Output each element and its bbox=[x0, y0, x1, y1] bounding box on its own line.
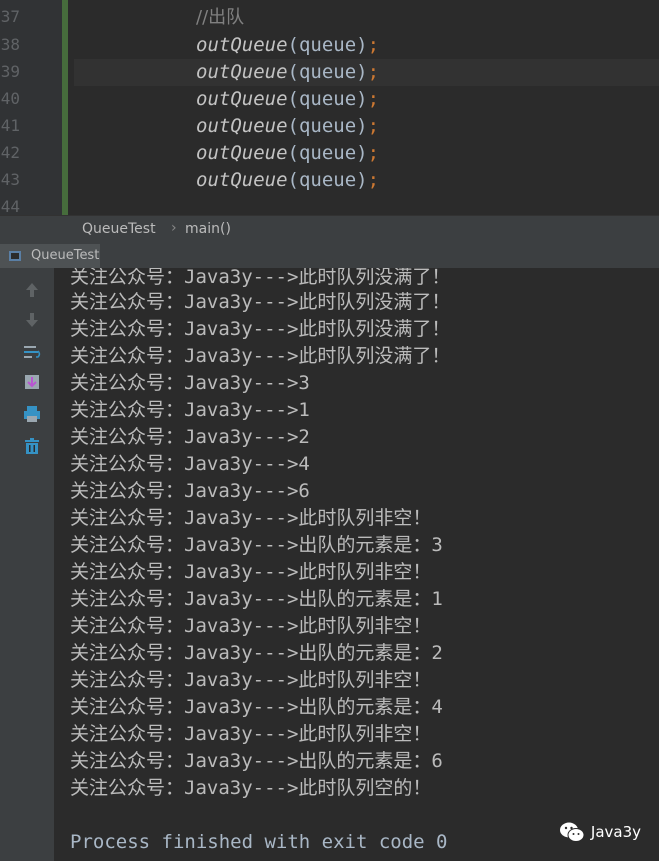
call-function: outQueue bbox=[196, 115, 288, 137]
call-function: outQueue bbox=[196, 142, 288, 164]
print-icon[interactable] bbox=[22, 404, 42, 424]
console-line: 关注公众号：Java3y--->此时队列没满了！ bbox=[70, 291, 451, 313]
breadcrumb-class[interactable]: QueueTest bbox=[82, 221, 156, 237]
call-args: (queue) bbox=[287, 169, 368, 191]
call-semicolon: ; bbox=[367, 169, 380, 191]
call-semicolon: ; bbox=[367, 61, 380, 83]
console-line: 关注公众号：Java3y--->1 bbox=[70, 399, 310, 421]
process-exit-message: Process finished with exit code 0 bbox=[70, 831, 448, 853]
line-number: 39 bbox=[0, 62, 20, 81]
console-line: 关注公众号：Java3y--->此时队列非空！ bbox=[70, 507, 432, 529]
call-semicolon: ; bbox=[367, 34, 380, 56]
code-call-line: outQueue(queue); bbox=[196, 86, 379, 113]
watermark: Java3y bbox=[559, 821, 641, 843]
call-args: (queue) bbox=[287, 88, 368, 110]
console-line: 关注公众号：Java3y--->此时队列非空！ bbox=[70, 723, 432, 745]
code-call-line: outQueue(queue); bbox=[196, 32, 379, 59]
chevron-right-icon: › bbox=[171, 220, 177, 236]
call-function: outQueue bbox=[196, 34, 288, 56]
trash-icon[interactable] bbox=[22, 436, 42, 456]
scroll-to-end-icon[interactable] bbox=[22, 372, 42, 392]
code-comment-line: //出队 bbox=[196, 4, 244, 31]
console-line: 关注公众号：Java3y--->3 bbox=[70, 372, 310, 394]
run-config-icon bbox=[9, 251, 21, 261]
code-editor[interactable]: 37 38 39 40 41 42 43 44 //出队 outQueue(qu… bbox=[0, 0, 659, 215]
console-output[interactable]: 关注公众号：Java3y--->此时队列没满了！ 关注公众号：Java3y---… bbox=[54, 268, 659, 861]
tab-queuetest[interactable]: QueueTest bbox=[0, 244, 100, 268]
call-function: outQueue bbox=[196, 88, 288, 110]
console-line: 关注公众号：Java3y--->此时队列非空！ bbox=[70, 669, 432, 691]
left-tool-strip bbox=[0, 268, 10, 861]
code-call-line: outQueue(queue); bbox=[196, 140, 379, 167]
call-args: (queue) bbox=[287, 61, 368, 83]
line-number: 41 bbox=[0, 116, 20, 135]
run-toolbar bbox=[10, 268, 54, 861]
line-number: 44 bbox=[0, 197, 20, 215]
breadcrumb-method[interactable]: main() bbox=[185, 221, 231, 237]
code-call-line: outQueue(queue); bbox=[196, 167, 379, 194]
console-line: 关注公众号：Java3y--->出队的元素是：6 bbox=[70, 750, 443, 772]
console-line: 关注公众号：Java3y--->2 bbox=[70, 426, 310, 448]
console-line: 关注公众号：Java3y--->此时队列非空！ bbox=[70, 561, 432, 583]
console-line: 关注公众号：Java3y--->此时队列非空！ bbox=[70, 615, 432, 637]
call-args: (queue) bbox=[287, 115, 368, 137]
code-comment: //出队 bbox=[196, 7, 245, 28]
console-line: 关注公众号：Java3y--->出队的元素是：1 bbox=[70, 588, 443, 610]
console-line: 关注公众号：Java3y--->此时队列空的！ bbox=[70, 777, 432, 799]
call-semicolon: ; bbox=[367, 115, 380, 137]
line-number: 37 bbox=[0, 7, 20, 26]
change-marker bbox=[62, 0, 68, 215]
console-line: 关注公众号：Java3y--->6 bbox=[70, 480, 310, 502]
down-arrow-icon[interactable] bbox=[22, 310, 42, 330]
tab-label: QueueTest bbox=[31, 248, 100, 263]
wechat-icon bbox=[559, 822, 585, 842]
call-function: outQueue bbox=[196, 169, 288, 191]
call-args: (queue) bbox=[287, 142, 368, 164]
console-line: 关注公众号：Java3y--->出队的元素是：3 bbox=[70, 534, 443, 556]
console-line: 关注公众号：Java3y--->出队的元素是：2 bbox=[70, 642, 443, 664]
line-number: 38 bbox=[0, 35, 20, 54]
call-function: outQueue bbox=[196, 61, 288, 83]
console-line: 关注公众号：Java3y--->此时队列没满了！ bbox=[70, 318, 451, 340]
breadcrumb: QueueTest › main() bbox=[0, 215, 659, 245]
call-semicolon: ; bbox=[367, 142, 380, 164]
line-number: 42 bbox=[0, 143, 20, 162]
console-line: 关注公众号：Java3y--->此时队列没满了！ bbox=[70, 345, 451, 367]
run-tab-bar: QueueTest bbox=[0, 244, 659, 269]
call-args: (queue) bbox=[287, 34, 368, 56]
call-semicolon: ; bbox=[367, 88, 380, 110]
console-line: 关注公众号：Java3y--->出队的元素是：4 bbox=[70, 696, 443, 718]
up-arrow-icon[interactable] bbox=[22, 280, 42, 300]
soft-wrap-icon[interactable] bbox=[22, 342, 42, 362]
code-call-line: outQueue(queue); bbox=[196, 113, 379, 140]
line-number: 43 bbox=[0, 170, 20, 189]
code-call-line: outQueue(queue); bbox=[196, 59, 379, 86]
watermark-text: Java3y bbox=[590, 823, 641, 841]
console-line: 关注公众号：Java3y--->此时队列没满了！ bbox=[70, 268, 451, 288]
console-line: 关注公众号：Java3y--->4 bbox=[70, 453, 310, 475]
line-number: 40 bbox=[0, 89, 20, 108]
